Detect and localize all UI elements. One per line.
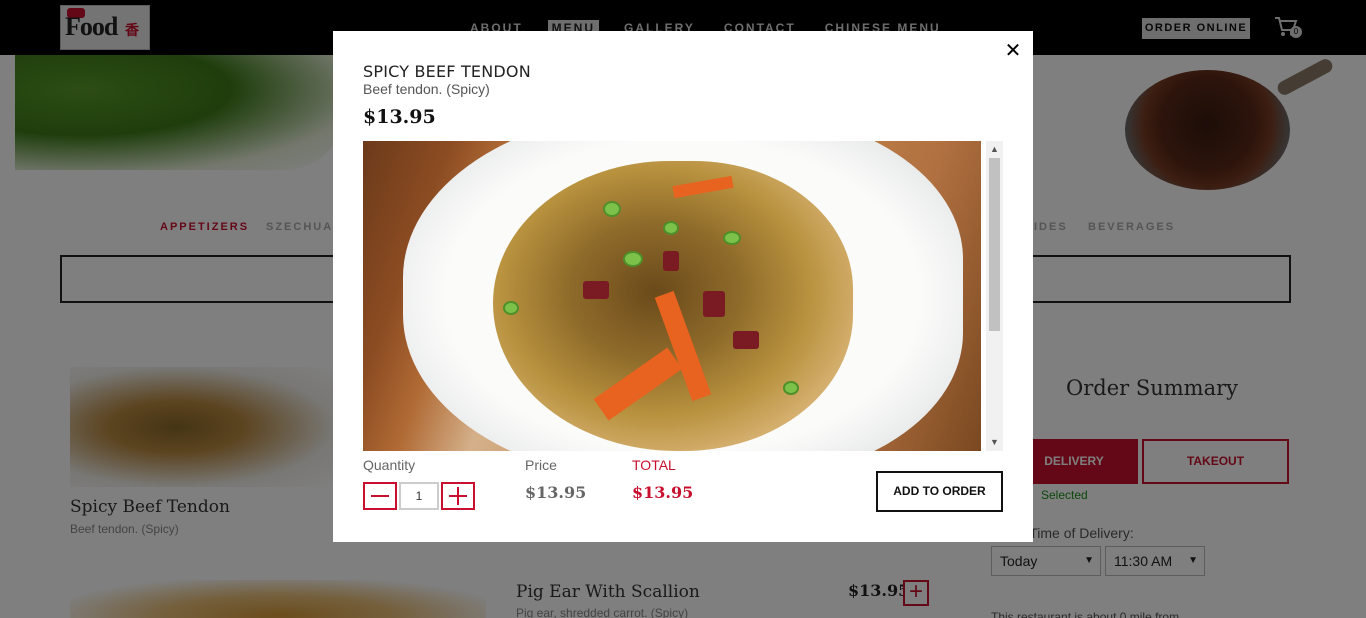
modal-item-desc: Beef tendon. (Spicy) [363, 81, 490, 97]
price-label: Price [525, 457, 557, 473]
quantity-decrease-button[interactable] [363, 482, 397, 510]
total-label: TOTAL [632, 457, 676, 473]
quantity-increase-button[interactable] [441, 482, 475, 510]
dish-photo [363, 141, 981, 451]
add-to-order-button[interactable]: ADD TO ORDER [876, 471, 1003, 512]
total-value: $13.95 [632, 483, 694, 502]
scroll-down-icon[interactable]: ▼ [986, 434, 1003, 451]
modal-item-price: $13.95 [363, 106, 436, 128]
quantity-input[interactable]: 1 [399, 482, 439, 510]
close-icon[interactable]: ✕ [1002, 39, 1024, 61]
modal-item-title: SPICY BEEF TENDON [363, 62, 531, 81]
scroll-thumb[interactable] [989, 158, 1000, 331]
photo-scrollbar[interactable]: ▲ ▼ [986, 141, 1003, 451]
minus-icon [371, 495, 389, 497]
quantity-label: Quantity [363, 457, 416, 473]
price-value: $13.95 [525, 483, 587, 502]
item-detail-modal: ✕ SPICY BEEF TENDON Beef tendon. (Spicy)… [333, 31, 1033, 542]
scroll-up-icon[interactable]: ▲ [986, 141, 1003, 158]
